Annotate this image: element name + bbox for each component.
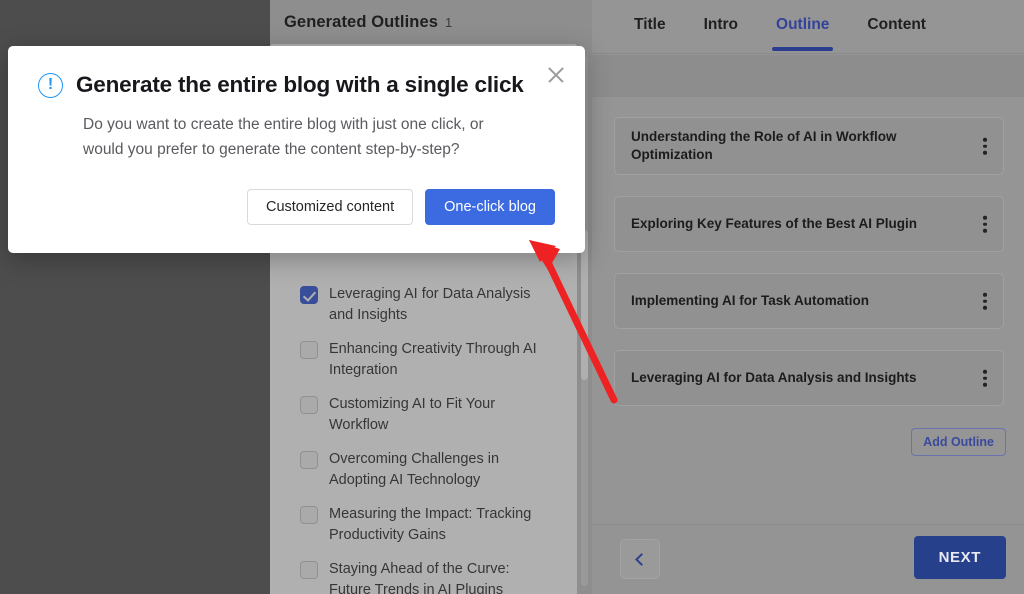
more-options-icon[interactable] (983, 370, 987, 387)
dialog-message: Do you want to create the entire blog wi… (83, 112, 528, 162)
tab-content[interactable]: Content (867, 16, 926, 37)
more-options-icon[interactable] (983, 293, 987, 310)
generated-outlines-title: Generated Outlines (284, 13, 438, 32)
outline-card[interactable]: Implementing AI for Task Automation (614, 273, 1004, 329)
more-options-icon[interactable] (983, 138, 987, 155)
one-click-blog-button[interactable]: One-click blog (425, 189, 555, 225)
outline-card-text: Leveraging AI for Data Analysis and Insi… (631, 369, 917, 387)
editor-right-panel: Title Intro Outline Content Understandin… (592, 0, 1024, 594)
dialog-title: Generate the entire blog with a single c… (76, 72, 524, 98)
dialog-header: ! Generate the entire blog with a single… (38, 72, 555, 98)
tab-outline[interactable]: Outline (776, 16, 829, 37)
outline-card-list: Understanding the Role of AI in Workflow… (614, 117, 1004, 427)
app-root: Generated Outlines 1 Leveraging AI for D… (0, 0, 1024, 594)
editor-tabs: Title Intro Outline Content (592, 0, 1024, 54)
one-click-blog-dialog: ! Generate the entire blog with a single… (8, 46, 585, 253)
next-button[interactable]: NEXT (914, 536, 1006, 579)
outline-card-text: Exploring Key Features of the Best AI Pl… (631, 215, 917, 233)
dialog-actions: Customized content One-click blog (38, 189, 555, 225)
outline-card[interactable]: Leveraging AI for Data Analysis and Insi… (614, 350, 1004, 406)
tab-title[interactable]: Title (634, 16, 666, 37)
outline-card-text: Implementing AI for Task Automation (631, 292, 869, 310)
add-outline-container: Add Outline (911, 428, 1006, 456)
outline-toolbar-area (592, 55, 1024, 97)
outline-card[interactable]: Understanding the Role of AI in Workflow… (614, 117, 1004, 175)
outline-card-text: Understanding the Role of AI in Workflow… (631, 128, 931, 164)
back-button[interactable] (620, 539, 660, 579)
outline-card[interactable]: Exploring Key Features of the Best AI Pl… (614, 196, 1004, 252)
more-options-icon[interactable] (983, 216, 987, 233)
generated-outlines-count: 1 (445, 15, 452, 30)
tab-intro[interactable]: Intro (704, 16, 738, 37)
close-icon[interactable] (545, 64, 567, 86)
generated-outlines-header: Generated Outlines 1 (284, 13, 452, 32)
chevron-left-icon (635, 553, 648, 566)
customized-content-button[interactable]: Customized content (247, 189, 413, 225)
exclamation-circle-icon: ! (38, 73, 63, 98)
add-outline-button[interactable]: Add Outline (911, 428, 1006, 456)
editor-footer: NEXT (592, 524, 1024, 594)
